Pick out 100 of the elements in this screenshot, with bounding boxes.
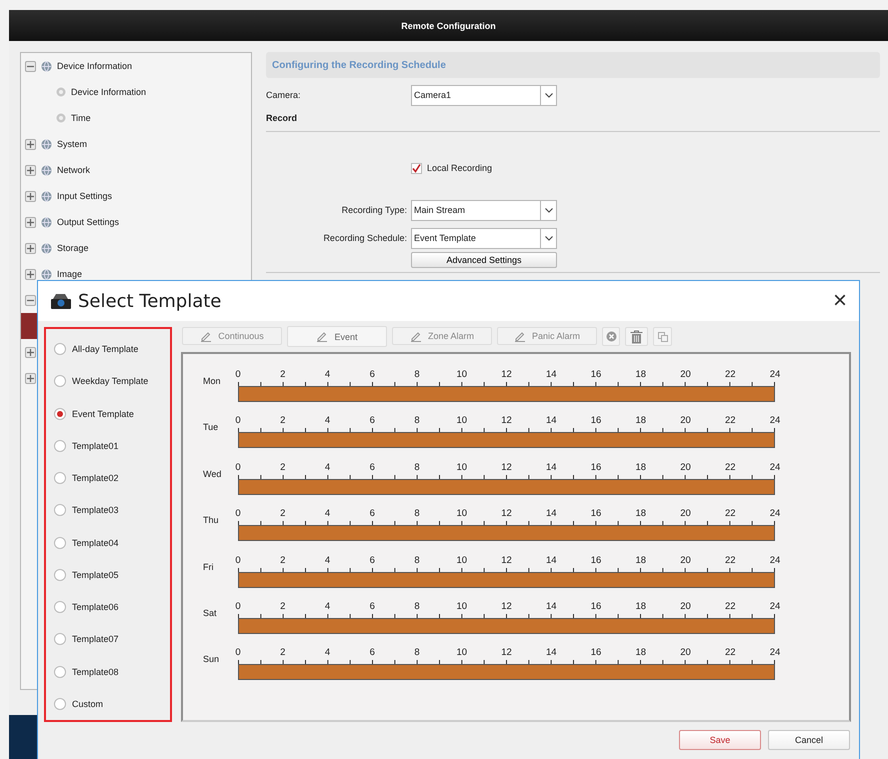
tree-item[interactable]: Device Information — [71, 87, 146, 97]
hour-label: 10 — [456, 369, 468, 380]
radio-label[interactable]: Template02 — [72, 473, 119, 484]
radio-label[interactable]: Template05 — [72, 570, 119, 580]
radio-label[interactable]: All-day Template — [72, 344, 138, 354]
hour-label: 14 — [546, 508, 557, 520]
expand-button[interactable] — [25, 372, 36, 384]
hour-label: 10 — [456, 462, 468, 473]
expand-button[interactable] — [25, 138, 36, 150]
hour-label: 18 — [635, 508, 646, 520]
radio-button[interactable] — [54, 440, 66, 452]
hour-label: 16 — [590, 415, 602, 426]
tree-item[interactable]: Storage — [57, 243, 89, 253]
taskbar — [9, 715, 37, 759]
clear-icon[interactable] — [602, 327, 620, 346]
radio-label[interactable]: Event Template — [72, 408, 134, 419]
radio-button[interactable] — [54, 666, 66, 678]
hour-label: 12 — [501, 415, 512, 426]
radio-button[interactable] — [54, 472, 66, 484]
hour-label: 10 — [456, 554, 468, 566]
radio-button[interactable] — [54, 568, 66, 581]
hour-label: 2 — [280, 508, 286, 520]
hour-label: 20 — [680, 508, 691, 520]
radio-button[interactable] — [54, 601, 66, 614]
tree-item[interactable]: Output Settings — [57, 217, 120, 227]
hour-label: 18 — [635, 647, 646, 658]
hour-label: 12 — [501, 369, 512, 380]
window-title: Remote Configuration — [401, 20, 496, 30]
tree-item[interactable]: Image — [57, 269, 82, 279]
hour-label: 16 — [590, 508, 602, 520]
tree-item[interactable]: Network — [57, 165, 90, 175]
hour-label: 22 — [724, 554, 736, 566]
tool-button[interactable]: Event — [287, 326, 387, 347]
hour-label: 4 — [324, 462, 330, 473]
radio-button[interactable] — [54, 504, 66, 516]
field-label: Recording Type: — [340, 205, 408, 215]
expand-button[interactable] — [25, 190, 36, 202]
radio-label[interactable]: Template01 — [72, 440, 119, 451]
radio-label[interactable]: Template08 — [72, 666, 119, 677]
hour-label: 4 — [324, 554, 330, 566]
advanced-settings-button[interactable]: Advanced Settings — [411, 252, 557, 268]
radio-label[interactable]: Custom — [72, 698, 104, 709]
collapse-button[interactable] — [25, 294, 36, 306]
radio-button[interactable] — [54, 343, 66, 356]
hour-label: 8 — [414, 415, 420, 426]
expand-button[interactable] — [25, 216, 36, 228]
hour-label: 0 — [235, 508, 241, 520]
plus-icon — [27, 244, 34, 252]
hour-label: 14 — [546, 647, 557, 658]
radio-button[interactable] — [54, 698, 66, 710]
recording-schedule-dropdown[interactable]: Event Template — [411, 228, 557, 248]
expand-button[interactable] — [25, 268, 36, 280]
hour-label: 22 — [724, 508, 736, 520]
hour-label: 4 — [324, 508, 330, 520]
hour-label: 16 — [590, 369, 602, 380]
radio-button[interactable] — [54, 375, 66, 388]
expand-button[interactable] — [25, 346, 36, 358]
cancel-button[interactable]: Cancel — [768, 730, 850, 750]
tree-item[interactable]: Time — [71, 113, 91, 123]
collapse-button[interactable] — [25, 60, 36, 72]
expand-button[interactable] — [25, 164, 36, 176]
plus-icon — [27, 140, 34, 148]
hour-label: 6 — [370, 462, 375, 473]
close-button[interactable]: × — [832, 289, 847, 313]
radio-label[interactable]: Template07 — [72, 634, 119, 644]
hour-label: 18 — [635, 369, 646, 380]
hour-label: 4 — [324, 369, 330, 380]
tree-item[interactable]: Device Information — [57, 61, 132, 71]
hour-label: 0 — [235, 462, 241, 473]
hour-label: 6 — [370, 554, 375, 566]
tree-item[interactable]: Input Settings — [57, 191, 112, 201]
hour-label: 16 — [590, 462, 602, 473]
hour-label: 6 — [370, 600, 375, 612]
hour-label: 22 — [724, 647, 736, 658]
field-label: Recording Schedule: — [322, 233, 408, 243]
recording-type-dropdown[interactable]: Main Stream — [411, 200, 557, 220]
hour-label: 16 — [590, 554, 602, 566]
globe-icon — [41, 216, 52, 228]
hour-label: 8 — [414, 554, 420, 566]
camera-dropdown[interactable]: Camera1 — [411, 84, 557, 106]
tree-item[interactable]: System — [57, 139, 88, 149]
radio-label[interactable]: Template04 — [72, 538, 119, 548]
radio-label[interactable]: Template06 — [72, 602, 119, 612]
radio-label[interactable]: Weekday Template — [72, 376, 148, 386]
radio-button[interactable] — [54, 536, 66, 549]
radio-button[interactable] — [54, 633, 66, 646]
expand-button[interactable] — [25, 242, 36, 254]
hour-label: 10 — [456, 647, 468, 658]
hour-label: 4 — [324, 647, 330, 658]
hour-label: 10 — [456, 415, 468, 426]
radio-button[interactable] — [54, 408, 66, 420]
trash-icon[interactable] — [625, 327, 648, 346]
hour-label: 22 — [724, 462, 736, 473]
save-button[interactable]: Save — [679, 730, 761, 750]
hour-label: 14 — [546, 600, 557, 612]
hour-label: 12 — [501, 647, 512, 658]
hour-label: 20 — [680, 647, 691, 658]
hour-label: 10 — [456, 600, 468, 612]
checkbox[interactable] — [411, 162, 422, 174]
radio-label[interactable]: Template03 — [72, 505, 119, 516]
